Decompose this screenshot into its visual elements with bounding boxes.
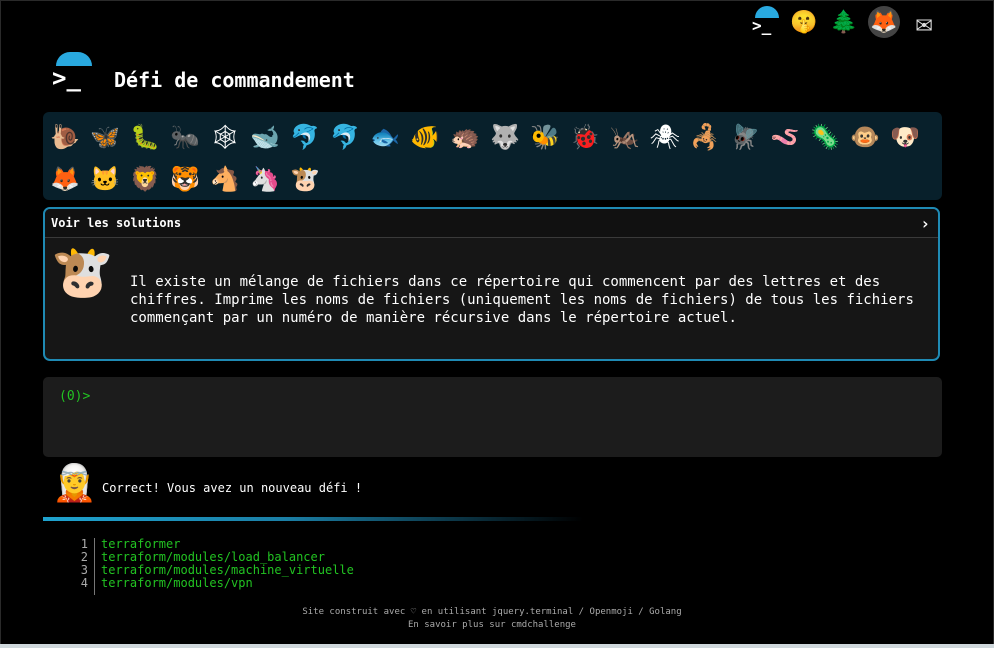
challenge-animal-strip: 🐌 🦋 🐛 🐜 🕸 🐋 🐬 🐬 🐟 🐠 🦔 🐺 🐝 🐞 🦗 🕷 🦂 🪰 🪱 🦠 🐵 🐶 🦊 🐱 🦁 🐯 🐴 🦄 🐮 — [43, 112, 942, 200]
horse-icon[interactable]: 🐴 — [205, 158, 245, 200]
tiger-icon[interactable]: 🐯 — [165, 158, 205, 200]
butterfly-icon[interactable]: 🦋 — [85, 116, 125, 158]
elf-mascot-icon: 🧝 — [52, 463, 97, 504]
spider-icon[interactable]: 🕷 — [645, 116, 685, 158]
line-number-fragment — [70, 590, 95, 595]
dolphin-icon[interactable]: 🐬 — [285, 116, 325, 158]
line-number: 4 — [70, 577, 95, 590]
challenge-description: Il existe un mélange de fichiers dans ce… — [130, 274, 914, 326]
result-message: Correct! Vous avez un nouveau défi ! — [102, 481, 363, 495]
evergreen-tree-icon[interactable]: 🌲 — [828, 6, 860, 38]
top-icon-bar: >_ 🤫 🌲 🦊 ✉ — [752, 6, 940, 39]
page-title: Défi de commandement — [114, 68, 355, 92]
worm-icon[interactable]: 🪱 — [765, 116, 805, 158]
cow-mascot-icon: 🐮 — [51, 243, 114, 301]
solutions-header[interactable]: Voir les solutions › — [45, 209, 938, 238]
terminal-logo-icon: >_ — [52, 64, 81, 92]
output-line-fragment — [70, 590, 354, 595]
fish-icon[interactable]: 🐟 — [365, 116, 405, 158]
unicorn-icon[interactable]: 🦄 — [245, 158, 285, 200]
footer-credits: Site construit avec ♡ en utilisant jquer… — [302, 607, 682, 617]
bottom-border — [0, 644, 994, 648]
app-logo: >_ — [52, 52, 94, 94]
dog-icon[interactable]: 🐶 — [885, 116, 925, 158]
solutions-panel: Voir les solutions › 🐮 Il existe un méla… — [43, 207, 940, 361]
fox-icon[interactable]: 🦊 — [45, 158, 85, 200]
footer-learn-more-link[interactable]: En savoir plus sur cmdchallenge — [0, 620, 984, 630]
fly-icon[interactable]: 🪰 — [725, 116, 765, 158]
lion-icon[interactable]: 🦁 — [125, 158, 165, 200]
file-name: terraform/modules/vpn — [101, 576, 253, 590]
hedgehog-icon[interactable]: 🦔 — [445, 116, 485, 158]
cow-icon[interactable]: 🐮 — [285, 158, 325, 200]
chevron-right-icon[interactable]: › — [920, 214, 930, 233]
ladybug-icon[interactable]: 🐞 — [565, 116, 605, 158]
shushing-face-icon[interactable]: 🤫 — [788, 6, 820, 38]
solutions-toggle-label[interactable]: Voir les solutions — [51, 216, 181, 230]
envelope-icon[interactable]: ✉ — [908, 6, 940, 39]
ant-icon[interactable]: 🐜 — [165, 116, 205, 158]
progress-divider — [43, 517, 583, 521]
terminal-prompt[interactable]: (0)> — [59, 389, 90, 404]
gitlab-icon[interactable]: 🦊 — [868, 6, 900, 38]
command-output: 1 terraformer 2 terraform/modules/load_b… — [70, 538, 354, 595]
terminal-panel[interactable]: (0)> — [43, 377, 942, 457]
caterpillar-icon[interactable]: 🐛 — [125, 116, 165, 158]
terminal-icon[interactable]: >_ — [752, 6, 780, 36]
whale-icon[interactable]: 🐋 — [245, 116, 285, 158]
microbe-icon[interactable]: 🦠 — [805, 116, 845, 158]
tropical-fish-icon[interactable]: 🐠 — [405, 116, 445, 158]
scorpion-icon[interactable]: 🦂 — [685, 116, 725, 158]
output-line: 4 terraform/modules/vpn — [70, 577, 354, 590]
cat-icon[interactable]: 🐱 — [85, 158, 125, 200]
dolphin-2-icon[interactable]: 🐬 — [325, 116, 365, 158]
cricket-icon[interactable]: 🦗 — [605, 116, 645, 158]
snail-icon[interactable]: 🐌 — [45, 116, 85, 158]
wolf-icon[interactable]: 🐺 — [485, 116, 525, 158]
bee-icon[interactable]: 🐝 — [525, 116, 565, 158]
spider-web-icon[interactable]: 🕸 — [205, 116, 245, 158]
monkey-icon[interactable]: 🐵 — [845, 116, 885, 158]
